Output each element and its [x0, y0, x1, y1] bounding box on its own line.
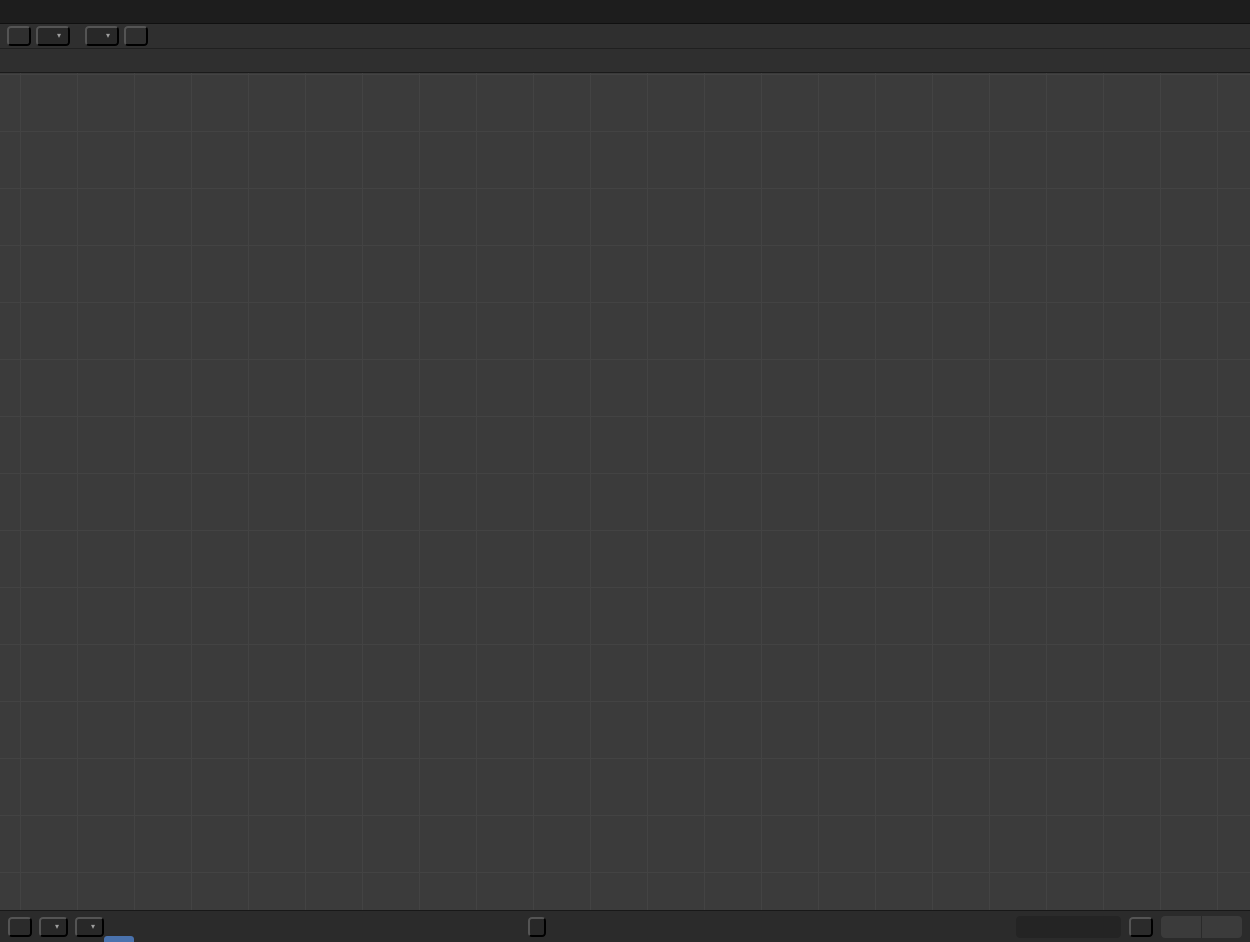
frame-range [1161, 916, 1242, 938]
topbar [0, 0, 1250, 24]
timeline-bar: ▾ ▾ [0, 910, 1250, 942]
chevron-down-icon: ▾ [106, 32, 110, 40]
end-frame-field[interactable] [1202, 916, 1242, 938]
timeline-editor-type-button[interactable] [8, 917, 32, 937]
mesh-scene[interactable] [0, 73, 1250, 910]
transform-orientation-dropdown[interactable]: ▾ [85, 26, 119, 46]
mode-dropdown[interactable]: ▾ [36, 26, 70, 46]
navigation-gizmo[interactable] [1156, 81, 1244, 169]
auto-keying-button[interactable] [528, 917, 546, 937]
editor-type-button[interactable] [7, 26, 31, 46]
pivot-point-dropdown[interactable] [124, 26, 148, 46]
tool-settings-bar [0, 49, 1250, 73]
current-frame-field[interactable] [1016, 916, 1121, 938]
viewport-3d[interactable] [0, 73, 1250, 910]
keying-dropdown[interactable]: ▾ [75, 917, 104, 937]
start-frame-field[interactable] [1161, 916, 1202, 938]
chevron-down-icon: ▾ [57, 32, 61, 40]
workspace-tabs [30, 0, 1250, 23]
preview-range-button[interactable] [1129, 917, 1153, 937]
chevron-down-icon: ▾ [91, 923, 95, 931]
viewport-header: ▾ ▾ [0, 24, 1250, 49]
timeline-playhead[interactable] [104, 936, 134, 942]
frame-fields [1016, 916, 1242, 938]
playback-controls [528, 911, 554, 942]
blender-window: ▾ ▾ ▾ [0, 0, 1250, 942]
chevron-down-icon: ▾ [55, 923, 59, 931]
topbar-left [6, 0, 18, 23]
playback-dropdown[interactable]: ▾ [39, 917, 68, 937]
